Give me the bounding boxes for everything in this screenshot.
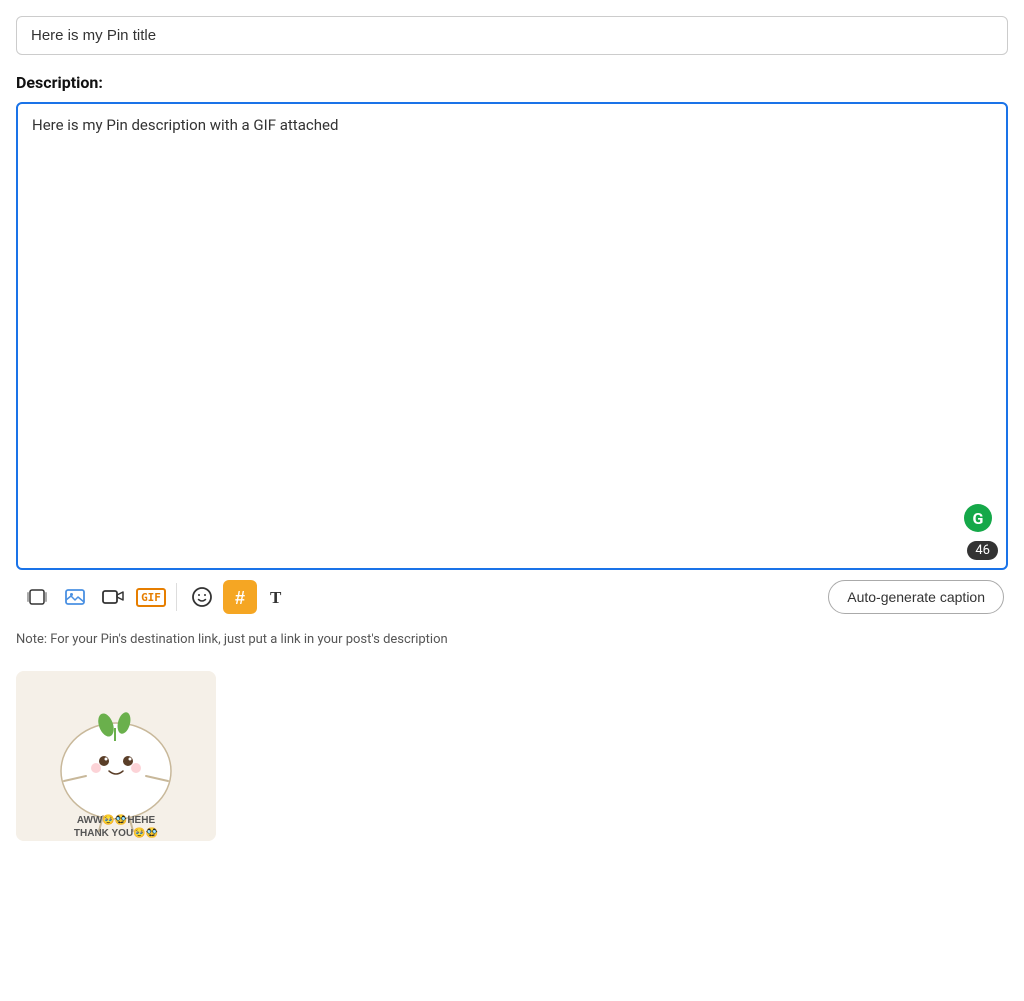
char-count: 46 (967, 541, 998, 560)
image-icon[interactable] (58, 580, 92, 614)
toolbar-divider (176, 583, 177, 611)
title-input[interactable] (16, 16, 1008, 55)
hashtag-icon[interactable]: # (223, 580, 257, 614)
text-icon[interactable]: T (261, 580, 295, 614)
note-text: Note: For your Pin's destination link, j… (16, 632, 1008, 647)
svg-text:THANK YOU🥹🥸: THANK YOU🥹🥸 (74, 827, 158, 839)
carousel-icon[interactable] (20, 580, 54, 614)
description-textarea[interactable]: Here is my Pin description with a GIF at… (18, 104, 1006, 564)
auto-generate-caption-button[interactable]: Auto-generate caption (828, 580, 1004, 614)
gif-attachment: AWW🥹🥸HEHE THANK YOU🥹🥸 (16, 671, 216, 841)
svg-text:#: # (235, 588, 245, 608)
emoji-icon[interactable] (185, 580, 219, 614)
gif-icon[interactable]: GIF (134, 580, 168, 614)
description-wrapper: Here is my Pin description with a GIF at… (16, 102, 1008, 570)
toolbar: GIF # T Auto-generate caption (16, 570, 1008, 624)
svg-text:AWW🥹🥸HEHE: AWW🥹🥸HEHE (77, 814, 156, 826)
gif-image: AWW🥹🥸HEHE THANK YOU🥹🥸 (16, 671, 216, 841)
description-label: Description: (16, 73, 1008, 92)
video-icon[interactable] (96, 580, 130, 614)
grammarly-icon[interactable]: G (964, 504, 992, 532)
svg-text:T: T (270, 588, 282, 607)
gif-label: GIF (136, 588, 166, 607)
